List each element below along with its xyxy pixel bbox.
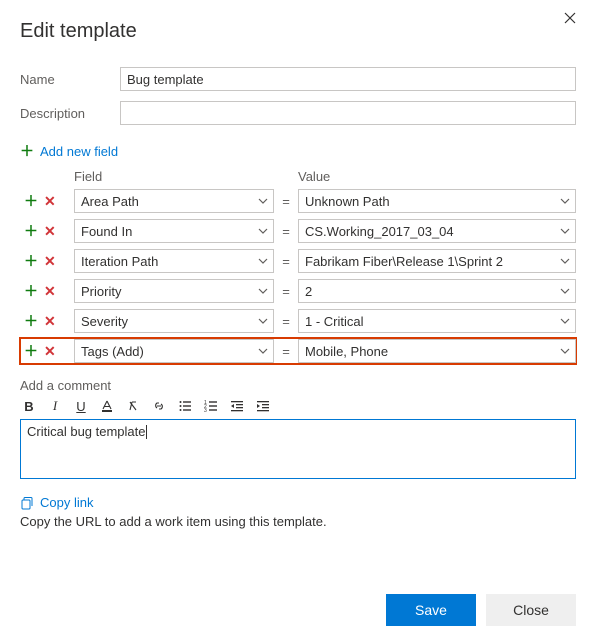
value-text: Fabrikam Fiber\Release 1\Sprint 2 bbox=[305, 254, 503, 269]
value-text: 1 - Critical bbox=[305, 314, 364, 329]
field-dropdown[interactable]: Severity bbox=[74, 309, 274, 333]
close-button[interactable]: Close bbox=[486, 594, 576, 626]
comment-input[interactable]: Critical bug template bbox=[20, 419, 576, 479]
grid-row: ＋✕Priority=2 bbox=[20, 278, 576, 304]
plus-icon: ＋ bbox=[20, 141, 34, 161]
page-title: Edit template bbox=[20, 20, 576, 43]
grid-row: ＋✕Area Path=Unknown Path bbox=[20, 188, 576, 214]
add-row-icon[interactable]: ＋ bbox=[24, 344, 38, 358]
underline-button[interactable]: U bbox=[72, 397, 90, 415]
copy-link-hint: Copy the URL to add a work item using th… bbox=[20, 514, 576, 529]
field-dropdown[interactable]: Priority bbox=[74, 279, 274, 303]
remove-row-icon[interactable]: ✕ bbox=[44, 284, 56, 298]
description-input[interactable] bbox=[120, 101, 576, 125]
add-row-icon[interactable]: ＋ bbox=[24, 194, 38, 208]
grid-row: ＋✕Iteration Path=Fabrikam Fiber\Release … bbox=[20, 248, 576, 274]
field-dropdown[interactable]: Area Path bbox=[74, 189, 274, 213]
grid-header: Field Value bbox=[20, 169, 576, 184]
equals-label: = bbox=[274, 254, 298, 269]
row-actions: ＋✕ bbox=[20, 194, 74, 208]
copy-link-label: Copy link bbox=[40, 495, 93, 510]
row-actions: ＋✕ bbox=[20, 254, 74, 268]
dialog-footer: Save Close bbox=[386, 594, 576, 626]
field-dropdown[interactable]: Iteration Path bbox=[74, 249, 274, 273]
value-dropdown[interactable]: Unknown Path bbox=[298, 189, 576, 213]
close-icon[interactable] bbox=[564, 12, 580, 28]
value-text: Mobile, Phone bbox=[305, 344, 388, 359]
field-value: Severity bbox=[81, 314, 128, 329]
remove-row-icon[interactable]: ✕ bbox=[44, 314, 56, 328]
row-actions: ＋✕ bbox=[20, 224, 74, 238]
value-text: CS.Working_2017_03_04 bbox=[305, 224, 454, 239]
field-value: Area Path bbox=[81, 194, 139, 209]
comment-label: Add a comment bbox=[20, 378, 576, 393]
value-dropdown[interactable]: Mobile, Phone bbox=[298, 339, 576, 363]
name-input[interactable] bbox=[120, 67, 576, 91]
outdent-button[interactable] bbox=[228, 397, 246, 415]
field-grid: Field Value ＋✕Area Path=Unknown Path＋✕Fo… bbox=[20, 169, 576, 364]
remove-row-icon[interactable]: ✕ bbox=[44, 344, 56, 358]
field-header: Field bbox=[74, 169, 274, 184]
add-row-icon[interactable]: ＋ bbox=[24, 224, 38, 238]
remove-row-icon[interactable]: ✕ bbox=[44, 254, 56, 268]
field-value: Priority bbox=[81, 284, 121, 299]
add-row-icon[interactable]: ＋ bbox=[24, 254, 38, 268]
remove-row-icon[interactable]: ✕ bbox=[44, 194, 56, 208]
copy-icon bbox=[20, 496, 34, 510]
row-actions: ＋✕ bbox=[20, 284, 74, 298]
row-actions: ＋✕ bbox=[20, 344, 74, 358]
equals-label: = bbox=[274, 344, 298, 359]
field-dropdown[interactable]: Tags (Add) bbox=[74, 339, 274, 363]
grid-row: ＋✕Tags (Add)=Mobile, Phone bbox=[20, 338, 576, 364]
add-row-icon[interactable]: ＋ bbox=[24, 284, 38, 298]
value-dropdown[interactable]: 2 bbox=[298, 279, 576, 303]
equals-label: = bbox=[274, 314, 298, 329]
italic-button[interactable]: I bbox=[46, 397, 64, 415]
equals-label: = bbox=[274, 284, 298, 299]
field-value: Iteration Path bbox=[81, 254, 158, 269]
number-list-button[interactable]: 123 bbox=[202, 397, 220, 415]
equals-label: = bbox=[274, 224, 298, 239]
name-row: Name bbox=[20, 67, 576, 91]
add-row-icon[interactable]: ＋ bbox=[24, 314, 38, 328]
save-button[interactable]: Save bbox=[386, 594, 476, 626]
rte-toolbar: B I U 123 bbox=[20, 397, 576, 415]
copy-link-button[interactable]: Copy link bbox=[20, 495, 576, 510]
clear-format-button[interactable] bbox=[124, 397, 142, 415]
grid-row: ＋✕Found In=CS.Working_2017_03_04 bbox=[20, 218, 576, 244]
value-header: Value bbox=[298, 169, 576, 184]
field-value: Tags (Add) bbox=[81, 344, 144, 359]
add-new-field-label: Add new field bbox=[40, 144, 118, 159]
bold-button[interactable]: B bbox=[20, 397, 38, 415]
link-button[interactable] bbox=[150, 397, 168, 415]
text-color-button[interactable] bbox=[98, 397, 116, 415]
grid-row: ＋✕Severity=1 - Critical bbox=[20, 308, 576, 334]
value-dropdown[interactable]: 1 - Critical bbox=[298, 309, 576, 333]
remove-row-icon[interactable]: ✕ bbox=[44, 224, 56, 238]
value-text: Unknown Path bbox=[305, 194, 390, 209]
field-dropdown[interactable]: Found In bbox=[74, 219, 274, 243]
value-dropdown[interactable]: Fabrikam Fiber\Release 1\Sprint 2 bbox=[298, 249, 576, 273]
value-text: 2 bbox=[305, 284, 312, 299]
description-label: Description bbox=[20, 106, 120, 121]
description-row: Description bbox=[20, 101, 576, 125]
add-new-field-link[interactable]: ＋ Add new field bbox=[20, 141, 576, 161]
indent-button[interactable] bbox=[254, 397, 272, 415]
svg-text:3: 3 bbox=[204, 408, 207, 413]
name-label: Name bbox=[20, 72, 120, 87]
field-value: Found In bbox=[81, 224, 132, 239]
bullet-list-button[interactable] bbox=[176, 397, 194, 415]
comment-text: Critical bug template bbox=[27, 424, 146, 439]
equals-label: = bbox=[274, 194, 298, 209]
row-actions: ＋✕ bbox=[20, 314, 74, 328]
value-dropdown[interactable]: CS.Working_2017_03_04 bbox=[298, 219, 576, 243]
